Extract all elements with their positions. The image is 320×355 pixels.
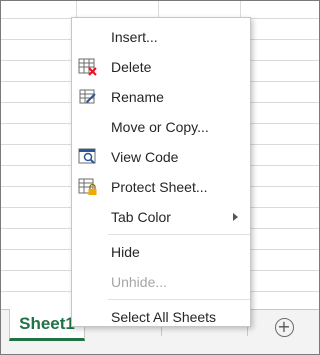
menu-item-move-or-copy[interactable]: Move or Copy... <box>72 112 250 142</box>
menu-item-label: Select All Sheets <box>111 309 217 325</box>
menu-item-rename[interactable]: Rename <box>72 82 250 112</box>
menu-item-label: Tab Color <box>111 209 171 225</box>
menu-item-label: Insert... <box>111 29 158 45</box>
plus-circle-icon: + <box>274 317 294 337</box>
menu-item-label: Unhide... <box>111 274 168 290</box>
menu-item-label: Move or Copy... <box>111 119 209 135</box>
menu-item-unhide: Unhide... <box>72 267 250 297</box>
menu-item-insert[interactable]: Insert... <box>72 22 250 52</box>
view-code-icon <box>78 147 98 167</box>
menu-item-select-all-sheets[interactable]: Select All Sheets <box>72 302 250 332</box>
add-sheet-button[interactable]: + <box>273 316 295 338</box>
sheet-tab-label: Sheet1 <box>19 313 75 333</box>
menu-divider <box>108 234 250 235</box>
menu-item-delete[interactable]: Delete <box>72 52 250 82</box>
menu-item-tab-color[interactable]: Tab Color <box>72 202 250 232</box>
excel-window: Sheet1 + Insert... Delete Rename Move or… <box>0 0 320 355</box>
menu-item-hide[interactable]: Hide <box>72 237 250 267</box>
menu-item-view-code[interactable]: View Code <box>72 142 250 172</box>
delete-sheet-icon <box>78 57 98 77</box>
submenu-arrow-icon <box>233 213 238 221</box>
menu-item-label: Hide <box>111 244 140 260</box>
menu-divider <box>108 299 250 300</box>
menu-item-protect-sheet[interactable]: Protect Sheet... <box>72 172 250 202</box>
menu-item-label: Rename <box>111 89 164 105</box>
rename-sheet-icon <box>78 87 98 107</box>
menu-item-label: View Code <box>111 149 179 165</box>
sheet-context-menu: Insert... Delete Rename Move or Copy... … <box>71 17 251 327</box>
menu-item-label: Delete <box>111 59 152 75</box>
protect-sheet-icon <box>78 177 98 197</box>
menu-item-label: Protect Sheet... <box>111 179 208 195</box>
